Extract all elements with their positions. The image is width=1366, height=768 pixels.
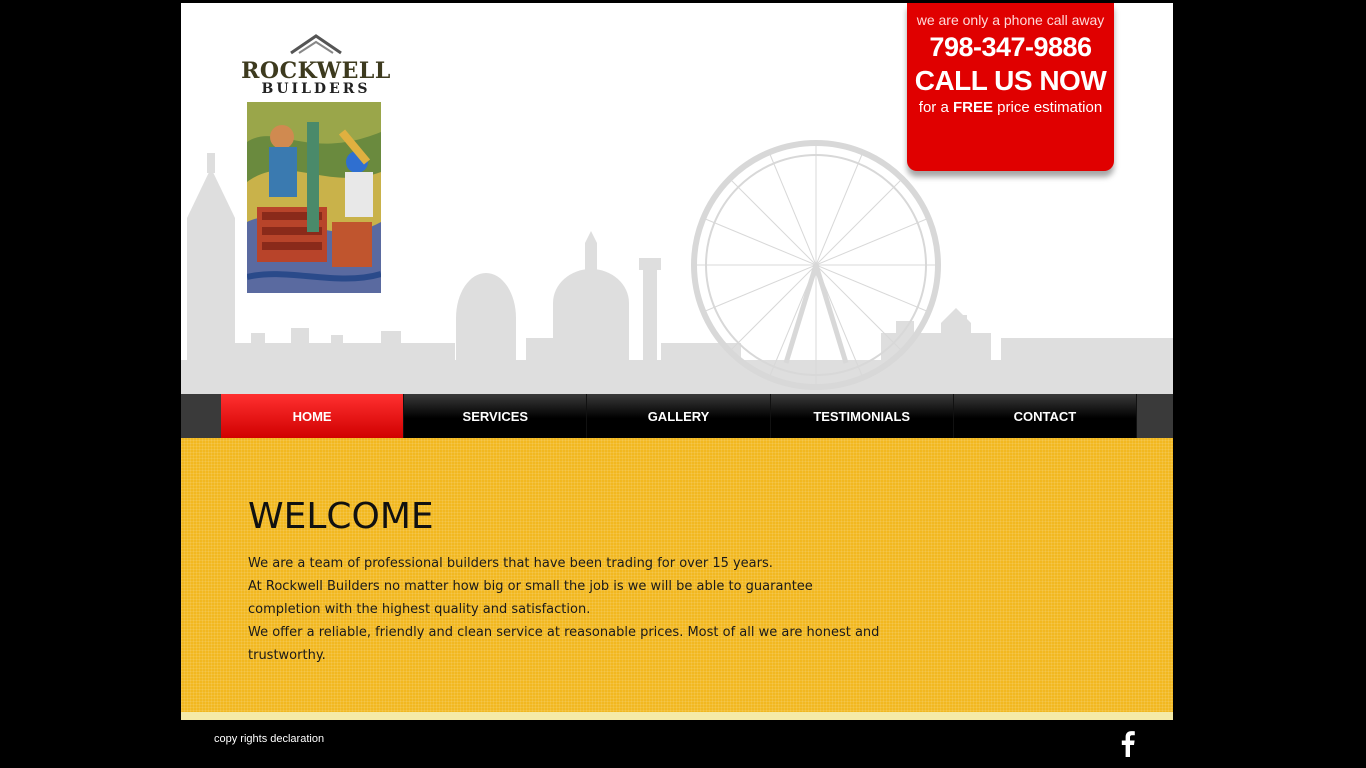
- welcome-section: WELCOME We are a team of professional bu…: [181, 438, 1173, 720]
- logo-roof-icon: [290, 34, 342, 55]
- logo-subtitle: BUILDERS: [261, 81, 371, 97]
- nav-gallery[interactable]: GALLERY: [587, 394, 771, 438]
- nav-services[interactable]: SERVICES: [404, 394, 588, 438]
- header: ROCKWELL BUILDERS we are only a phone ca…: [181, 3, 1173, 394]
- copyright-text: copy rights declaration: [214, 733, 325, 745]
- free-estimate-text: for a FREE price estimation: [918, 99, 1103, 116]
- welcome-paragraph: We are a team of professional builders t…: [248, 556, 773, 571]
- call-us-now-label: CALL US NOW: [914, 65, 1107, 96]
- welcome-paragraph: We offer a reliable, friendly and clean …: [248, 625, 880, 663]
- welcome-body: We are a team of professional builders t…: [248, 552, 888, 667]
- nav-testimonials[interactable]: TESTIMONIALS: [770, 394, 954, 438]
- welcome-title: WELCOME: [248, 496, 434, 537]
- callout-tagline: we are only a phone call away: [916, 12, 1105, 28]
- phone-number[interactable]: 798-347-9886: [907, 32, 1114, 63]
- nav-home[interactable]: HOME: [221, 394, 405, 438]
- call-us-banner[interactable]: we are only a phone call away 798-347-98…: [907, 3, 1114, 171]
- main-nav: HOME SERVICES GALLERY TESTIMONIALS CONTA…: [221, 394, 1138, 438]
- content-bottom-strip: [181, 712, 1173, 720]
- builders-artwork-image: [247, 102, 381, 293]
- page: ROCKWELL BUILDERS we are only a phone ca…: [181, 3, 1173, 720]
- facebook-icon[interactable]: [1118, 728, 1138, 758]
- nav-contact[interactable]: CONTACT: [953, 394, 1138, 438]
- welcome-paragraph: At Rockwell Builders no matter how big o…: [248, 579, 813, 617]
